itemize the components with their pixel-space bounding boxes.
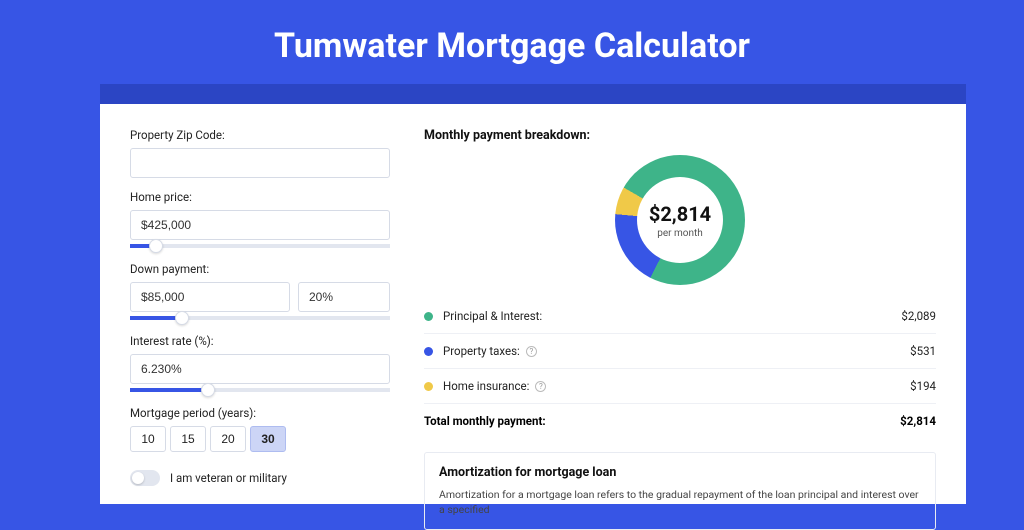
info-icon[interactable]: ? bbox=[526, 346, 537, 357]
inputs-column: Property Zip Code: Home price: Down paym… bbox=[130, 128, 390, 484]
home-price-input[interactable] bbox=[130, 210, 390, 240]
donut-chart: $2,814 per month bbox=[615, 155, 745, 285]
zip-label: Property Zip Code: bbox=[130, 128, 390, 142]
period-label: Mortgage period (years): bbox=[130, 406, 390, 420]
veteran-toggle[interactable] bbox=[130, 470, 160, 486]
amortization-box: Amortization for mortgage loan Amortizat… bbox=[424, 452, 936, 530]
down-payment-label: Down payment: bbox=[130, 262, 390, 276]
down-payment-block: Down payment: bbox=[130, 262, 390, 320]
period-block: Mortgage period (years): 10152030 bbox=[130, 406, 390, 452]
zip-input[interactable] bbox=[130, 148, 390, 178]
legend-label: Property taxes:? bbox=[443, 344, 910, 358]
zip-field-block: Property Zip Code: bbox=[130, 128, 390, 178]
period-button-10[interactable]: 10 bbox=[130, 426, 166, 452]
breakdown-column: Monthly payment breakdown: $2,814 per mo… bbox=[424, 128, 936, 484]
legend-dot-icon bbox=[424, 382, 433, 391]
donut-center: $2,814 per month bbox=[637, 177, 723, 263]
interest-rate-block: Interest rate (%): bbox=[130, 334, 390, 392]
legend-amount: $2,089 bbox=[901, 309, 936, 323]
home-price-slider[interactable] bbox=[130, 244, 390, 248]
home-price-label: Home price: bbox=[130, 190, 390, 204]
donut-amount: $2,814 bbox=[649, 202, 711, 226]
total-label: Total monthly payment: bbox=[424, 414, 900, 428]
legend-label: Home insurance:? bbox=[443, 379, 910, 393]
legend-row: Home insurance:?$194 bbox=[424, 369, 936, 403]
amortization-heading: Amortization for mortgage loan bbox=[439, 465, 921, 480]
down-payment-slider[interactable] bbox=[130, 316, 390, 320]
page-title: Tumwater Mortgage Calculator bbox=[0, 0, 1024, 84]
period-button-20[interactable]: 20 bbox=[210, 426, 246, 452]
total-row: Total monthly payment: $2,814 bbox=[424, 403, 936, 438]
donut-sublabel: per month bbox=[657, 228, 703, 239]
interest-rate-slider[interactable] bbox=[130, 388, 390, 392]
legend-dot-icon bbox=[424, 312, 433, 321]
veteran-label: I am veteran or military bbox=[170, 471, 287, 485]
down-payment-amount-input[interactable] bbox=[130, 282, 290, 312]
veteran-row: I am veteran or military bbox=[130, 470, 390, 486]
legend-amount: $531 bbox=[910, 344, 936, 358]
legend-row: Property taxes:?$531 bbox=[424, 334, 936, 369]
amortization-body: Amortization for a mortgage loan refers … bbox=[439, 488, 921, 517]
legend-row: Principal & Interest:$2,089 bbox=[424, 299, 936, 334]
donut-chart-wrap: $2,814 per month bbox=[424, 151, 936, 299]
legend-dot-icon bbox=[424, 347, 433, 356]
breakdown-heading: Monthly payment breakdown: bbox=[424, 128, 936, 143]
down-payment-pct-input[interactable] bbox=[298, 282, 390, 312]
interest-rate-label: Interest rate (%): bbox=[130, 334, 390, 348]
home-price-block: Home price: bbox=[130, 190, 390, 248]
legend-label: Principal & Interest: bbox=[443, 309, 901, 323]
period-button-15[interactable]: 15 bbox=[170, 426, 206, 452]
legend-amount: $194 bbox=[910, 379, 936, 393]
slider-thumb-icon[interactable] bbox=[175, 311, 189, 325]
period-button-30[interactable]: 30 bbox=[250, 426, 286, 452]
interest-rate-input[interactable] bbox=[130, 354, 390, 384]
total-amount: $2,814 bbox=[900, 414, 936, 428]
calculator-card: Property Zip Code: Home price: Down paym… bbox=[100, 104, 966, 504]
info-icon[interactable]: ? bbox=[535, 381, 546, 392]
slider-thumb-icon[interactable] bbox=[201, 383, 215, 397]
slider-thumb-icon[interactable] bbox=[149, 239, 163, 253]
